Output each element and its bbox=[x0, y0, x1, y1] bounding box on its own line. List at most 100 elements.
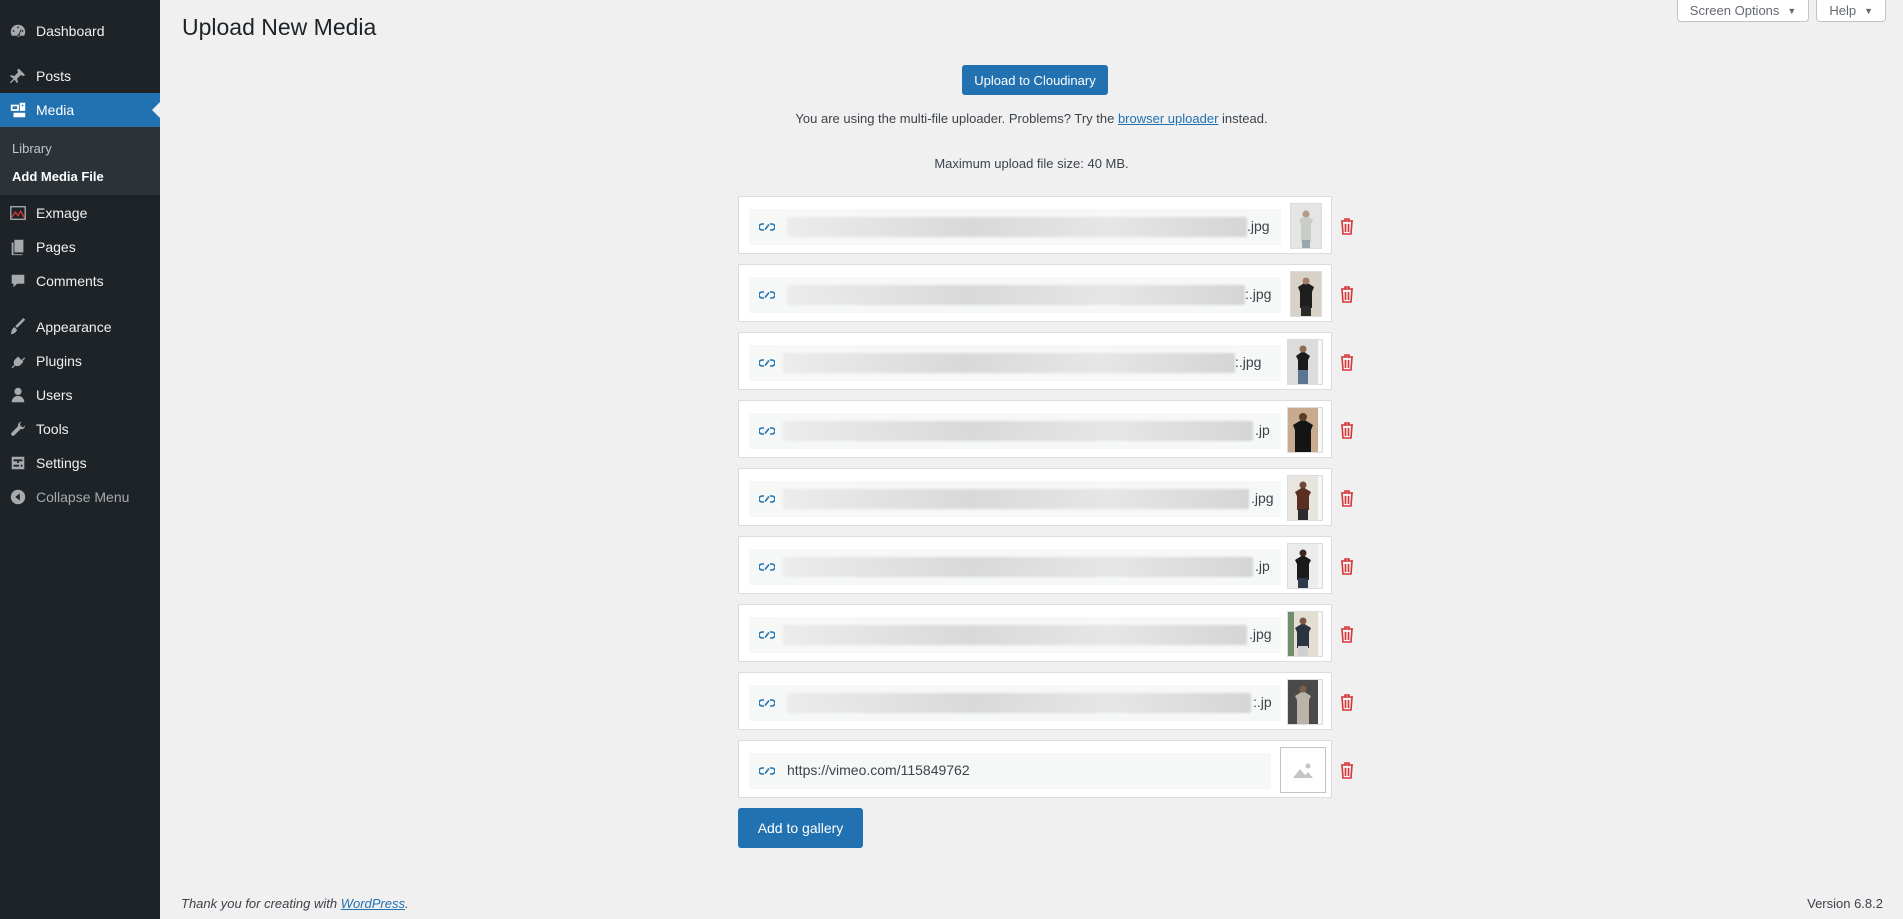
file-url-field[interactable]: :.jpg bbox=[749, 345, 1281, 381]
file-thumbnail bbox=[1287, 543, 1323, 589]
footer-thanks: Thank you for creating with WordPress. bbox=[181, 896, 409, 911]
sidebar-item-plugins[interactable]: Plugins bbox=[0, 344, 160, 378]
image-placeholder-icon bbox=[1292, 761, 1314, 779]
help-label: Help bbox=[1829, 3, 1857, 18]
file-thumbnail bbox=[1290, 271, 1322, 317]
sidebar-item-label: Dashboard bbox=[36, 23, 105, 39]
file-extension: .jp bbox=[1255, 558, 1270, 574]
plug-icon bbox=[0, 344, 36, 378]
file-url-field[interactable]: .jpg bbox=[749, 617, 1281, 653]
trash-icon[interactable] bbox=[1339, 488, 1355, 508]
file-row: .jp bbox=[738, 400, 1332, 458]
trash-icon[interactable] bbox=[1339, 284, 1355, 304]
file-row: https://vimeo.com/115849762 bbox=[738, 740, 1332, 798]
pages-icon bbox=[0, 230, 36, 264]
max-upload-size: Maximum upload file size: 40 MB. bbox=[934, 156, 1129, 171]
note-prefix: You are using the multi-file uploader. P… bbox=[795, 111, 1118, 126]
blurred-url bbox=[783, 353, 1235, 373]
file-row: :.jpg bbox=[738, 332, 1332, 390]
help-button[interactable]: Help ▼ bbox=[1816, 0, 1886, 22]
caret-down-icon: ▼ bbox=[1787, 5, 1797, 16]
screen-meta-links: Screen Options ▼ Help ▼ bbox=[1676, 0, 1886, 22]
note-suffix: instead. bbox=[1218, 111, 1268, 126]
file-url-field[interactable]: https://vimeo.com/115849762 bbox=[749, 753, 1271, 789]
screen-options-button[interactable]: Screen Options ▼ bbox=[1676, 0, 1810, 22]
file-thumbnail bbox=[1287, 611, 1323, 657]
sidebar-item-label: Settings bbox=[36, 455, 87, 471]
sidebar-item-appearance[interactable]: Appearance bbox=[0, 310, 160, 344]
upload-to-cloudinary-button[interactable]: Upload to Cloudinary bbox=[962, 65, 1108, 95]
media-icon bbox=[0, 93, 36, 127]
file-url-field[interactable]: :.jpg bbox=[749, 277, 1281, 313]
sidebar-item-comments[interactable]: Comments bbox=[0, 264, 160, 298]
trash-icon[interactable] bbox=[1339, 556, 1355, 576]
sidebar-item-label: Tools bbox=[36, 421, 69, 437]
comments-icon bbox=[0, 264, 36, 298]
file-url-field[interactable]: .jp bbox=[749, 413, 1281, 449]
blurred-url bbox=[783, 489, 1249, 509]
uploader-note: You are using the multi-file uploader. P… bbox=[160, 111, 1903, 126]
link-icon bbox=[758, 560, 776, 574]
sidebar-item-label: Exmage bbox=[36, 205, 88, 221]
sidebar-item-settings[interactable]: Settings bbox=[0, 446, 160, 480]
add-to-gallery-button[interactable]: Add to gallery bbox=[738, 808, 863, 848]
sidebar-item-posts[interactable]: Posts bbox=[0, 59, 160, 93]
submenu-item-add-media-file[interactable]: Add Media File bbox=[12, 169, 104, 184]
trash-icon[interactable] bbox=[1339, 216, 1355, 236]
trash-icon[interactable] bbox=[1339, 760, 1355, 780]
blurred-url bbox=[787, 693, 1251, 713]
footer-thanks-prefix: Thank you for creating with bbox=[181, 896, 341, 911]
file-extension: .jpg bbox=[1247, 218, 1270, 234]
trash-icon[interactable] bbox=[1339, 692, 1355, 712]
file-row: :.jpg bbox=[738, 264, 1332, 322]
footer-version: Version 6.8.2 bbox=[1807, 896, 1883, 911]
file-thumbnail bbox=[1287, 407, 1323, 453]
file-thumbnail bbox=[1280, 747, 1326, 793]
file-row: .jp bbox=[738, 536, 1332, 594]
submenu-item-library[interactable]: Library bbox=[12, 141, 52, 156]
pin-icon bbox=[0, 59, 36, 93]
link-icon bbox=[758, 424, 776, 438]
sidebar-item-dashboard[interactable]: Dashboard bbox=[0, 14, 160, 48]
sidebar-item-label: Posts bbox=[36, 68, 72, 84]
caret-down-icon: ▼ bbox=[1864, 5, 1873, 16]
wordpress-link[interactable]: WordPress bbox=[341, 896, 405, 911]
file-url-field[interactable]: :.jp bbox=[749, 685, 1281, 721]
file-url-field[interactable]: .jpg bbox=[749, 481, 1281, 517]
file-url-field[interactable]: .jp bbox=[749, 549, 1281, 585]
file-thumbnail bbox=[1287, 679, 1323, 725]
media-submenu: Library Add Media File bbox=[0, 127, 160, 195]
sidebar-item-tools[interactable]: Tools bbox=[0, 412, 160, 446]
chart-icon bbox=[0, 196, 36, 230]
blurred-url bbox=[783, 625, 1247, 645]
trash-icon[interactable] bbox=[1339, 352, 1355, 372]
sidebar-item-label: Appearance bbox=[36, 319, 112, 335]
footer-thanks-suffix: . bbox=[405, 896, 409, 911]
file-extension: .jp bbox=[1255, 422, 1270, 438]
trash-icon[interactable] bbox=[1339, 624, 1355, 644]
link-icon bbox=[758, 492, 776, 506]
sidebar-item-pages[interactable]: Pages bbox=[0, 230, 160, 264]
browser-uploader-link[interactable]: browser uploader bbox=[1118, 111, 1218, 126]
link-icon bbox=[758, 356, 776, 370]
dashboard-icon bbox=[0, 14, 36, 48]
sidebar-item-users[interactable]: Users bbox=[0, 378, 160, 412]
settings-icon bbox=[0, 446, 36, 480]
file-extension: :.jpg bbox=[1245, 286, 1272, 302]
blurred-url bbox=[783, 421, 1253, 441]
link-icon bbox=[758, 288, 776, 302]
sidebar-item-label: Plugins bbox=[36, 353, 82, 369]
file-url-field[interactable]: .jpg bbox=[749, 209, 1281, 245]
trash-icon[interactable] bbox=[1339, 420, 1355, 440]
sidebar-item-label: Comments bbox=[36, 273, 104, 289]
screen-options-label: Screen Options bbox=[1689, 3, 1780, 18]
sidebar-item-label: Users bbox=[36, 387, 73, 403]
brush-icon bbox=[0, 310, 36, 344]
sidebar-item-media[interactable]: Media bbox=[0, 93, 160, 127]
file-url-text: https://vimeo.com/115849762 bbox=[787, 762, 970, 778]
collapse-menu-button[interactable]: Collapse Menu bbox=[0, 480, 160, 514]
wrench-icon bbox=[0, 412, 36, 446]
link-icon bbox=[758, 764, 776, 778]
sidebar-item-exmage[interactable]: Exmage bbox=[0, 196, 160, 230]
file-extension: .jpg bbox=[1251, 490, 1274, 506]
